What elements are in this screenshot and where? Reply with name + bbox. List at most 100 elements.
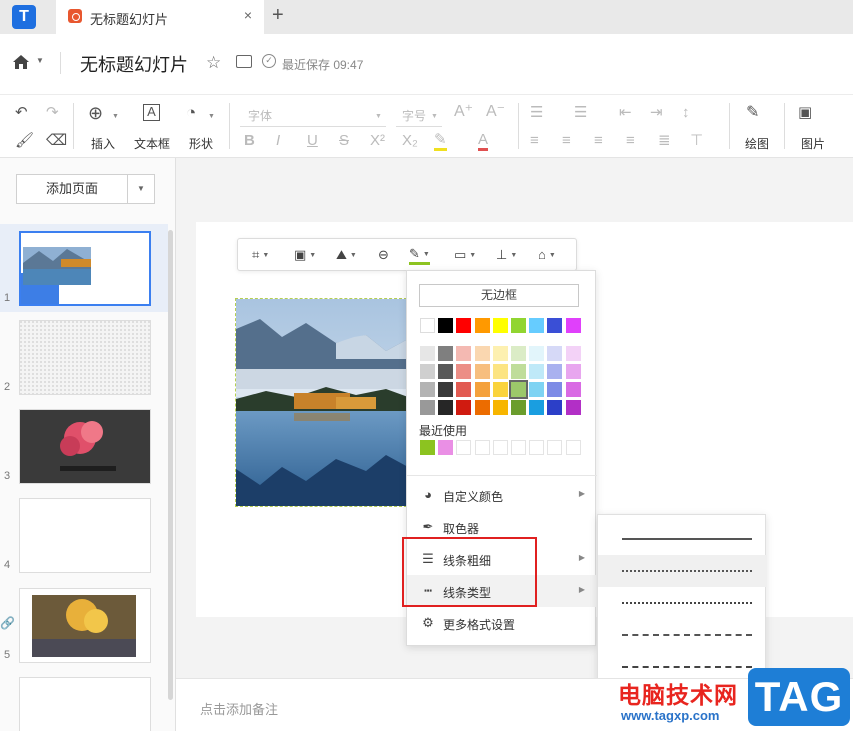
line-type-dotted-fine[interactable] — [598, 555, 767, 587]
more-options-icon[interactable]: ⌂ ▼ — [538, 247, 556, 262]
home-icon[interactable] — [12, 54, 30, 70]
indent-icon[interactable]: ⇥ — [650, 105, 663, 121]
shape-button[interactable]: 形状 — [189, 135, 213, 152]
vertical-align-icon[interactable]: ⊤ — [690, 133, 703, 149]
color-swatch[interactable] — [509, 380, 528, 399]
color-swatch[interactable] — [547, 318, 563, 333]
color-swatch[interactable] — [474, 346, 490, 361]
more-format-settings-item[interactable]: ⚙ 更多格式设置 — [407, 607, 597, 639]
textbox-button[interactable]: 文本框 — [134, 135, 170, 152]
undo-icon[interactable]: ↶ — [15, 105, 28, 121]
insert-button[interactable]: 插入 — [91, 135, 115, 152]
color-swatch[interactable] — [456, 318, 472, 333]
color-swatch[interactable] — [456, 382, 472, 397]
color-swatch[interactable] — [474, 364, 490, 379]
color-swatch[interactable] — [420, 346, 435, 361]
color-swatch[interactable] — [474, 318, 490, 333]
increase-font-icon[interactable]: A⁺ — [454, 104, 473, 120]
color-swatch[interactable] — [511, 400, 526, 415]
color-swatch[interactable] — [456, 364, 472, 379]
color-swatch[interactable] — [438, 382, 454, 397]
color-swatch[interactable] — [547, 346, 563, 361]
color-swatch[interactable] — [474, 400, 490, 415]
numbered-list-icon[interactable]: ☰ — [574, 105, 587, 121]
flip-icon[interactable]: ⊖ — [378, 247, 389, 263]
bullet-list-icon[interactable]: ☰ — [530, 105, 543, 121]
bold-icon[interactable]: B — [244, 133, 255, 149]
image-icon[interactable]: ▣ — [798, 105, 812, 121]
document-title[interactable]: 无标题幻灯片 — [80, 51, 188, 77]
superscript-icon[interactable]: X² — [370, 133, 385, 149]
document-tab[interactable]: 无标题幻灯片 × — [56, 0, 264, 34]
font-family-select[interactable]: 字体 — [240, 103, 386, 127]
color-swatch[interactable] — [511, 364, 526, 379]
decrease-font-icon[interactable]: A⁻ — [486, 104, 505, 120]
color-swatch[interactable] — [420, 400, 435, 415]
app-logo[interactable]: T — [12, 5, 36, 29]
justify-icon[interactable]: ≡ — [626, 133, 635, 149]
color-swatch[interactable] — [456, 400, 472, 415]
slide-thumbnail-4[interactable] — [19, 498, 151, 573]
size-caret-icon[interactable]: ▼ — [431, 109, 438, 125]
color-swatch[interactable] — [420, 364, 435, 379]
new-tab-button[interactable]: + — [272, 4, 284, 27]
color-swatch[interactable] — [547, 364, 563, 379]
slide-thumbnail-6[interactable] — [19, 677, 151, 731]
color-swatch[interactable] — [565, 364, 581, 379]
border-color-icon[interactable]: ✎ ▼ — [409, 247, 430, 265]
color-swatch[interactable] — [511, 346, 526, 361]
no-border-button[interactable]: 无边框 — [419, 284, 579, 307]
color-swatch[interactable] — [456, 346, 472, 361]
color-swatch[interactable] — [492, 346, 508, 361]
line-type-dotted[interactable] — [598, 587, 767, 619]
redo-icon[interactable]: ↷ — [46, 105, 59, 121]
color-swatch[interactable] — [565, 400, 581, 415]
outdent-icon[interactable]: ⇤ — [619, 105, 632, 121]
italic-icon[interactable]: I — [276, 133, 280, 149]
line-type-solid[interactable] — [598, 523, 767, 555]
align-left-icon[interactable]: ≡ — [530, 133, 539, 149]
color-swatch[interactable] — [565, 346, 581, 361]
color-swatch[interactable] — [420, 382, 435, 397]
custom-color-item[interactable]: ◕ 自定义颜色 ▶ — [407, 479, 597, 511]
move-to-icon[interactable] — [236, 55, 252, 68]
color-swatch[interactable] — [492, 364, 508, 379]
color-swatch[interactable] — [492, 382, 508, 397]
color-swatch[interactable] — [438, 364, 454, 379]
draw-icon[interactable]: ✎ — [746, 105, 759, 121]
home-dropdown-icon[interactable]: ▼ — [36, 56, 44, 65]
color-swatch[interactable] — [529, 346, 545, 361]
image-effect-icon[interactable]: ⛰ ▼ — [336, 247, 357, 263]
color-swatch[interactable] — [492, 318, 508, 333]
insert-plus-icon[interactable]: ⊕ — [88, 104, 103, 122]
align-right-icon[interactable]: ≡ — [594, 133, 603, 149]
color-swatch[interactable] — [547, 400, 563, 415]
color-swatch[interactable] — [547, 382, 563, 397]
textbox-icon[interactable]: A — [143, 104, 160, 121]
crop-icon[interactable]: ⌗ ▼ — [252, 247, 269, 263]
close-tab-icon[interactable]: × — [244, 7, 252, 23]
subscript-icon[interactable]: X₂ — [402, 133, 418, 149]
distribute-icon[interactable]: ≣ — [658, 133, 671, 149]
highlight-icon[interactable]: ✎ — [434, 132, 447, 151]
slide-thumbnail-3[interactable] — [19, 409, 151, 484]
insert-caret-icon[interactable]: ▼ — [112, 109, 119, 125]
slide-panel-scrollbar[interactable] — [168, 230, 173, 700]
color-swatch[interactable] — [529, 364, 545, 379]
line-type-dashed[interactable] — [598, 619, 767, 651]
add-page-button[interactable]: 添加页面 — [16, 174, 128, 204]
draw-button[interactable]: 绘图 — [745, 135, 769, 152]
align-center-icon[interactable]: ≡ — [562, 133, 571, 149]
align-icon[interactable]: ⊥ ▼ — [496, 247, 517, 263]
color-swatch[interactable] — [438, 318, 454, 333]
slide-thumbnail-5[interactable] — [19, 588, 151, 663]
underline-icon[interactable]: U — [307, 133, 318, 149]
color-swatch[interactable] — [529, 382, 545, 397]
color-swatch[interactable] — [492, 400, 508, 415]
recent-color-swatch[interactable] — [438, 440, 454, 455]
font-caret-icon[interactable]: ▼ — [375, 109, 382, 125]
eraser-icon[interactable]: ⌫ — [46, 133, 67, 149]
strikethrough-icon[interactable]: S — [339, 133, 349, 149]
color-swatch[interactable] — [565, 382, 581, 397]
color-swatch[interactable] — [420, 318, 435, 333]
